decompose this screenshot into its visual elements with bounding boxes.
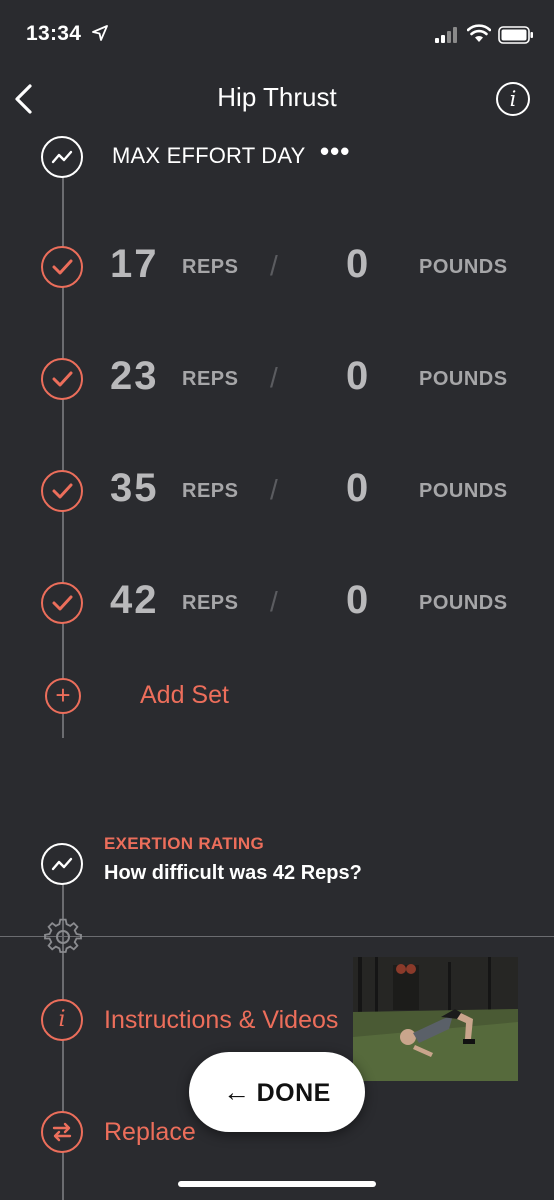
reps-value[interactable]: 42 — [110, 578, 159, 623]
info-icon: i — [509, 87, 517, 111]
set-row-1[interactable]: 17 REPS / 0 POUNDS — [0, 238, 554, 298]
exercise-video-thumbnail[interactable] — [353, 957, 518, 1081]
weight-label: POUNDS — [419, 256, 508, 278]
status-bar: 13:34 — [0, 0, 554, 70]
reps-value[interactable]: 23 — [110, 354, 159, 399]
trend-icon — [41, 136, 83, 178]
more-options-button[interactable]: ••• — [320, 136, 350, 167]
instructions-videos-link[interactable]: Instructions & Videos — [104, 1006, 338, 1035]
exertion-rating-label: EXERTION RATING — [104, 834, 265, 853]
separator: / — [270, 362, 278, 393]
home-indicator[interactable] — [178, 1181, 376, 1187]
battery-icon — [498, 26, 533, 44]
weight-value[interactable]: 0 — [346, 242, 368, 287]
separator: / — [270, 586, 278, 617]
check-icon[interactable] — [41, 358, 83, 400]
separator: / — [270, 474, 278, 505]
done-button[interactable]: ← DONE — [189, 1052, 365, 1132]
exertion-question[interactable]: How difficult was 42 Reps? — [104, 862, 362, 885]
check-icon[interactable] — [41, 470, 83, 512]
check-icon[interactable] — [41, 582, 83, 624]
replace-link[interactable]: Replace — [104, 1118, 196, 1147]
signal-icon — [435, 27, 457, 43]
set-row-2[interactable]: 23 REPS / 0 POUNDS — [0, 350, 554, 410]
reps-label: REPS — [182, 368, 239, 390]
swap-icon[interactable] — [41, 1111, 83, 1153]
set-row-3[interactable]: 35 REPS / 0 POUNDS — [0, 462, 554, 522]
trend-icon — [41, 843, 83, 885]
weight-label: POUNDS — [419, 368, 508, 390]
weight-label: POUNDS — [419, 592, 508, 614]
info-button[interactable]: i — [496, 82, 530, 116]
reps-label: REPS — [182, 480, 239, 502]
wifi-icon — [467, 24, 491, 42]
set-row-4[interactable]: 42 REPS / 0 POUNDS — [0, 574, 554, 634]
divider — [0, 936, 554, 937]
plus-icon[interactable]: + — [45, 678, 81, 714]
reps-value[interactable]: 35 — [110, 466, 159, 511]
add-set-button[interactable]: Add Set — [140, 681, 229, 710]
weight-value[interactable]: 0 — [346, 354, 368, 399]
instructions-info-icon[interactable]: i — [41, 999, 83, 1041]
gear-icon[interactable] — [43, 917, 83, 957]
weight-value[interactable]: 0 — [346, 466, 368, 511]
separator: / — [270, 250, 278, 281]
reps-label: REPS — [182, 256, 239, 278]
done-label: DONE — [256, 1079, 331, 1107]
status-time: 13:34 — [26, 22, 82, 45]
arrow-left-icon: ← — [223, 1077, 251, 1107]
timeline-line-lower — [62, 714, 64, 738]
reps-value[interactable]: 17 — [110, 242, 159, 287]
check-icon[interactable] — [41, 246, 83, 288]
section-title: MAX EFFORT DAY — [112, 143, 306, 168]
reps-label: REPS — [182, 592, 239, 614]
location-arrow-icon — [92, 25, 108, 41]
weight-label: POUNDS — [419, 480, 508, 502]
page-title: Hip Thrust — [217, 82, 337, 112]
weight-value[interactable]: 0 — [346, 578, 368, 623]
